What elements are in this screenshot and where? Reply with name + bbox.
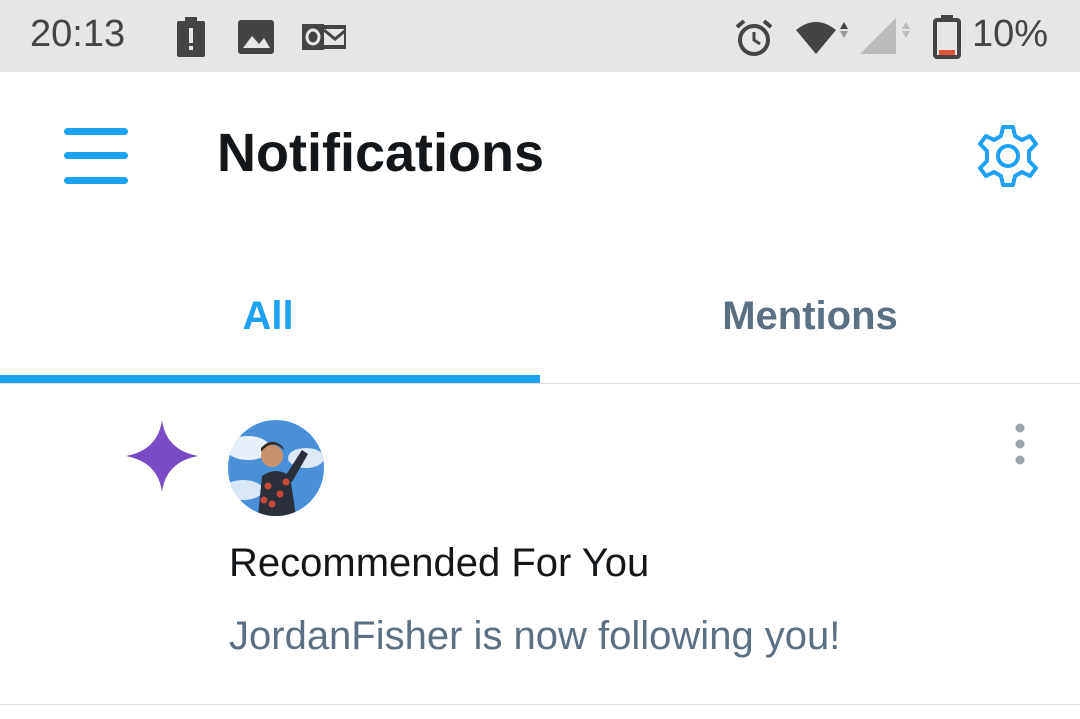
menu-button[interactable] <box>64 128 128 184</box>
outlook-icon <box>302 24 346 50</box>
status-time: 20:13 <box>30 13 126 55</box>
battery-icon <box>933 15 961 59</box>
tab-all-label: All <box>242 293 294 338</box>
sparkle-icon <box>126 420 198 492</box>
alarm-icon <box>735 19 773 56</box>
image-icon <box>238 20 274 54</box>
more-options-button[interactable] <box>1003 422 1037 468</box>
avatar-image <box>228 420 324 516</box>
divider <box>0 704 1080 705</box>
battery-alert-icon <box>177 17 205 57</box>
status-bar: 20:13 10% <box>0 0 1080 72</box>
tab-selected-indicator <box>0 375 540 383</box>
battery-percent: 10% <box>972 13 1049 55</box>
tab-mentions-label: Mentions <box>722 293 898 338</box>
page-title: Notifications <box>217 123 545 183</box>
notification-body: JordanFisher is now following you! <box>229 614 841 658</box>
settings-button[interactable] <box>975 125 1041 187</box>
tab-mentions[interactable]: Mentions <box>540 262 1080 384</box>
more-vertical-icon <box>1015 423 1025 465</box>
notification-title: Recommended For You <box>229 541 650 585</box>
hamburger-menu-icon <box>64 128 128 184</box>
tab-bar: All Mentions <box>0 262 1080 384</box>
user-avatar[interactable] <box>228 420 324 516</box>
gear-icon <box>978 125 1038 187</box>
tab-all[interactable]: All <box>0 262 540 384</box>
wifi-icon <box>796 22 848 54</box>
cell-signal-icon <box>860 18 910 54</box>
